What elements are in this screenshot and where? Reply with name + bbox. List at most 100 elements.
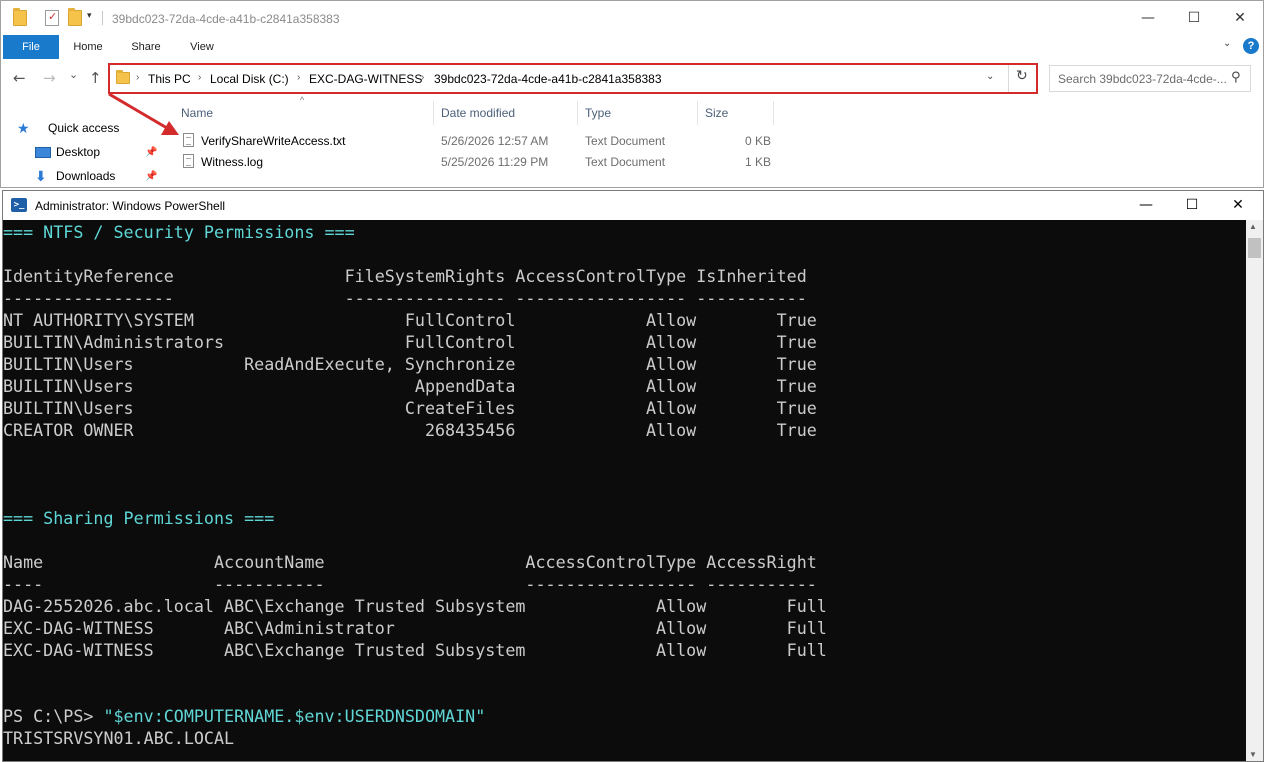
console-line: BUILTIN\Users ReadAndExecute, Synchroniz… [3, 354, 817, 374]
window-title: 39bdc023-72da-4cde-a41b-c2841a358383 [112, 12, 340, 26]
close-button[interactable]: ✕ [1217, 1, 1263, 35]
column-divider[interactable] [697, 101, 698, 125]
console-line: CREATOR OWNER 268435456 Allow True [3, 420, 817, 440]
file-size: 0 KB [744, 134, 771, 148]
file-row[interactable]: VerifyShareWriteAccess.txt 5/26/2026 12:… [171, 131, 1261, 152]
column-divider[interactable] [577, 101, 578, 125]
close-button[interactable]: ✕ [1215, 191, 1261, 220]
console-line: NT AUTHORITY\SYSTEM FullControl Allow Tr… [3, 310, 817, 330]
maximize-button[interactable]: ☐ [1169, 191, 1215, 220]
minimize-button[interactable]: — [1123, 191, 1169, 220]
sidebar-item-label: Quick access [48, 121, 120, 135]
explorer-title-bar: ▾ 39bdc023-72da-4cde-a41b-c2841a358383 —… [1, 1, 1263, 35]
ribbon-tabs: File Home Share View ⌄ ? [1, 35, 1263, 59]
file-name: Witness.log [201, 155, 264, 169]
search-icon[interactable]: ⚲ [1231, 70, 1241, 85]
file-row[interactable]: Witness.log 5/25/2026 11:29 PM Text Docu… [171, 152, 1261, 173]
maximize-button[interactable]: ☐ [1171, 1, 1217, 35]
breadcrumb-local-disk[interactable]: Local Disk (C:) [210, 72, 289, 86]
console-line: IdentityReference FileSystemRights Acces… [3, 266, 807, 286]
column-header-size[interactable]: Size [705, 106, 728, 120]
console-line: BUILTIN\Users AppendData Allow True [3, 376, 817, 396]
console-output-line: TRISTSRVSYN01.ABC.LOCAL [3, 728, 235, 748]
column-header-type[interactable]: Type [585, 106, 611, 120]
column-header-name[interactable]: Name [181, 106, 213, 120]
text-document-icon [183, 154, 194, 168]
scroll-up-arrow-icon[interactable]: ▲ [1249, 222, 1257, 231]
sidebar-item-desktop[interactable]: Desktop [33, 145, 100, 159]
tab-view[interactable]: View [177, 35, 227, 59]
file-type: Text Document [585, 134, 666, 148]
file-type: Text Document [585, 155, 666, 169]
address-bar[interactable]: › This PC › Local Disk (C:) › EXC-DAG-WI… [108, 63, 1038, 94]
pin-icon[interactable]: 📌 [145, 171, 157, 182]
console-line: ----------------- ---------------- -----… [3, 288, 807, 308]
pin-icon[interactable]: 📌 [145, 147, 157, 158]
powershell-icon[interactable]: >_ [11, 198, 27, 212]
tab-share[interactable]: Share [121, 35, 171, 59]
file-explorer-window: ▾ 39bdc023-72da-4cde-a41b-c2841a358383 —… [0, 0, 1264, 188]
forward-button[interactable]: → [43, 69, 56, 87]
breadcrumb-separator[interactable]: › [297, 72, 300, 83]
powershell-window: >_ Administrator: Windows PowerShell — ☐… [2, 190, 1264, 762]
console-output[interactable]: === NTFS / Security Permissions === Iden… [3, 220, 1246, 761]
breadcrumb-exc-dag-witness[interactable]: EXC-DAG-WITNESS [309, 72, 422, 86]
console-line: === Sharing Permissions === [3, 508, 275, 528]
breadcrumb-this-pc[interactable]: This PC [148, 72, 191, 86]
prompt-prefix: PS C:\PS> [3, 706, 104, 726]
console-line: EXC-DAG-WITNESS ABC\Administrator Allow … [3, 618, 827, 638]
scrollbar-thumb[interactable] [1248, 238, 1261, 258]
tab-file[interactable]: File [3, 35, 59, 59]
search-input[interactable]: Search 39bdc023-72da-4cde-... [1058, 72, 1227, 86]
sidebar-item-quick-access[interactable]: ★ Quick access [17, 121, 120, 135]
file-size: 1 KB [744, 155, 771, 169]
properties-icon[interactable] [45, 10, 59, 26]
address-divider [1008, 65, 1009, 92]
console-line: DAG-2552026.abc.local ABC\Exchange Trust… [3, 596, 827, 616]
vertical-scrollbar[interactable]: ▲ ▼ [1246, 220, 1263, 761]
sidebar-item-downloads[interactable]: ⬇ Downloads [33, 169, 115, 183]
column-divider[interactable] [433, 101, 434, 125]
file-date: 5/26/2026 12:57 AM [441, 134, 549, 148]
refresh-icon[interactable]: ↻ [1016, 68, 1028, 84]
prompt-command: "$env:COMPUTERNAME.$env:USERDNSDOMAIN" [103, 706, 486, 726]
expand-ribbon-chevron-icon[interactable]: ⌄ [1223, 38, 1231, 49]
breadcrumb-separator[interactable]: › [421, 72, 424, 83]
scroll-down-arrow-icon[interactable]: ▼ [1249, 750, 1257, 759]
powershell-title-bar: >_ Administrator: Windows PowerShell — ☐… [3, 191, 1263, 220]
navigation-pane: ★ Quick access Desktop 📌 ⬇ Downloads 📌 [1, 97, 161, 187]
navigation-bar: ← → ⌄ ↑ › This PC › Local Disk (C:) › EX… [1, 59, 1263, 97]
console-line: EXC-DAG-WITNESS ABC\Exchange Trusted Sub… [3, 640, 827, 660]
tab-home[interactable]: Home [63, 35, 113, 59]
column-divider[interactable] [773, 101, 774, 125]
desktop-icon [35, 147, 51, 158]
address-history-dropdown-icon[interactable]: ⌄ [986, 71, 994, 82]
console-prompt-line: PS C:\PS> "$env:COMPUTERNAME.$env:USERDN… [3, 705, 485, 727]
breadcrumb-separator[interactable]: › [136, 72, 139, 83]
console-line: ---- ----------- ----------------- -----… [3, 574, 817, 594]
console-line: === NTFS / Security Permissions === [3, 222, 355, 242]
help-icon[interactable]: ? [1243, 38, 1259, 54]
folder-icon [13, 8, 27, 26]
download-icon: ⬇ [35, 168, 47, 184]
sidebar-item-label: Downloads [56, 169, 116, 183]
back-button[interactable]: ← [13, 69, 26, 87]
sort-ascending-icon: ^ [300, 95, 305, 105]
breadcrumb-separator[interactable]: › [198, 72, 201, 83]
console-line: Name AccountName AccessControlType Acces… [3, 552, 817, 572]
minimize-button[interactable]: — [1125, 1, 1171, 35]
text-document-icon [183, 133, 194, 147]
search-box[interactable]: Search 39bdc023-72da-4cde-... ⚲ [1049, 65, 1251, 92]
column-header-date-modified[interactable]: Date modified [441, 106, 515, 120]
console-line: BUILTIN\Users CreateFiles Allow True [3, 398, 817, 418]
file-list: ^ Name Date modified Type Size VerifySha… [171, 95, 1261, 187]
folder-icon [116, 70, 130, 84]
window-title: Administrator: Windows PowerShell [35, 199, 226, 213]
recent-locations-button[interactable]: ⌄ [69, 68, 78, 81]
new-folder-icon[interactable] [68, 8, 82, 26]
up-button[interactable]: ↑ [89, 69, 102, 87]
console-line: BUILTIN\Administrators FullControl Allow… [3, 332, 817, 352]
quick-access-toolbar-dropdown[interactable]: ▾ [87, 10, 92, 21]
sidebar-item-label: Desktop [56, 145, 101, 159]
breadcrumb-current-folder[interactable]: 39bdc023-72da-4cde-a41b-c2841a358383 [434, 72, 662, 86]
